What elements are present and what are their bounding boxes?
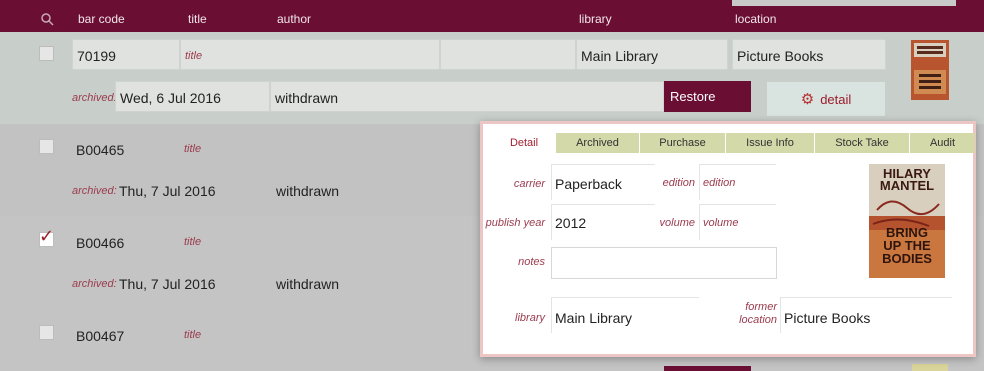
book-cover-thumbnail[interactable] [911, 40, 949, 100]
cover-author-line2: MANTEL [879, 178, 935, 193]
library-field[interactable]: Main Library [551, 297, 699, 333]
title-placeholder: title [184, 143, 202, 155]
title-field[interactable]: title [180, 39, 440, 70]
carrier-field[interactable]: Paperback [551, 164, 655, 200]
former-location-label: former location [719, 301, 777, 327]
column-header-title[interactable]: title [188, 12, 207, 26]
barcode-value: B00466 [76, 235, 125, 251]
row-checkbox[interactable] [39, 325, 54, 340]
header-stripe [732, 0, 956, 6]
archived-date-value: Thu, 7 Jul 2016 [119, 276, 216, 292]
row-checkbox[interactable] [39, 46, 54, 61]
carrier-label: carrier [513, 178, 545, 190]
column-header-location[interactable]: location [735, 12, 776, 26]
column-header-barcode[interactable]: bar code [78, 12, 125, 26]
tab-label: Detail [509, 137, 539, 149]
tab-label: Stock Take [835, 137, 889, 149]
volume-label: volume [659, 217, 695, 229]
restore-button[interactable]: Restore [664, 81, 751, 112]
notes-field[interactable] [551, 247, 777, 279]
edition-placeholder: edition [703, 177, 736, 189]
tab-stock-take[interactable]: Stock Take [815, 133, 910, 153]
barcode-value: B00467 [76, 328, 125, 344]
restore-label: Restore [670, 89, 716, 104]
title-placeholder: title [184, 329, 202, 341]
gear-icon: ⚙ [800, 91, 815, 108]
barcode-value: B00465 [76, 142, 125, 158]
author-field[interactable] [440, 39, 576, 70]
checkmark-icon: ✓ [39, 226, 55, 246]
status-value: withdrawn [275, 90, 339, 106]
former-location-label-line1: former [745, 301, 777, 313]
table-header: bar code title author library location [0, 0, 984, 32]
publish-year-value: 2012 [555, 215, 587, 231]
detail-label: detail [820, 91, 852, 107]
tab-audit[interactable]: Audit [910, 133, 975, 153]
table-row[interactable]: 70199 title Main Library Picture Books a… [0, 32, 984, 124]
status-field[interactable]: withdrawn [270, 81, 664, 112]
status-value: withdrawn [276, 183, 340, 199]
edition-field[interactable]: edition [699, 164, 776, 200]
row-checkbox[interactable]: ✓ [39, 227, 54, 247]
book-cover-image: HILARY MANTEL BRING UP THE BODIES [869, 164, 945, 278]
library-label: library [515, 312, 545, 324]
volume-field[interactable]: volume [699, 204, 776, 240]
archived-date-field[interactable]: Wed, 6 Jul 2016 [115, 81, 270, 112]
publish-year-field[interactable]: 2012 [551, 204, 655, 240]
detail-popup: Detail Archived Purchase Issue Info Stoc… [480, 121, 976, 357]
status-value: withdrawn [276, 276, 340, 292]
tab-label: Audit [929, 137, 956, 149]
library-field[interactable]: Main Library [576, 39, 728, 70]
archived-label: archived: [72, 278, 117, 290]
title-placeholder: title [184, 236, 202, 248]
archived-label: archived: [72, 185, 117, 197]
publish-year-label: publish year [485, 217, 545, 229]
title-placeholder: title [185, 50, 203, 62]
book-cover-image [911, 40, 949, 100]
location-value: Picture Books [737, 48, 824, 64]
volume-placeholder: volume [703, 217, 739, 229]
location-field[interactable]: Picture Books [732, 39, 886, 70]
notes-label: notes [518, 256, 545, 268]
cover-title-line3: BODIES [882, 251, 932, 266]
search-icon[interactable] [40, 12, 54, 26]
column-header-author[interactable]: author [277, 12, 311, 26]
carrier-value: Paperback [555, 176, 622, 192]
library-value: Main Library [581, 48, 659, 64]
tab-detail[interactable]: Detail [493, 133, 556, 153]
library-value: Main Library [555, 310, 633, 326]
edition-label: edition [662, 177, 695, 189]
archived-date-value: Wed, 6 Jul 2016 [120, 90, 221, 106]
tab-purchase[interactable]: Purchase [640, 133, 726, 153]
archived-label: archived: [72, 92, 117, 104]
tab-archived[interactable]: Archived [556, 133, 640, 153]
archived-date-value: Thu, 7 Jul 2016 [119, 183, 216, 199]
tab-label: Issue Info [746, 137, 794, 149]
former-location-field[interactable]: Picture Books [780, 297, 952, 333]
column-header-library[interactable]: library [579, 12, 612, 26]
tab-label: Archived [576, 137, 619, 149]
book-cover-thumbnail[interactable] [912, 364, 948, 371]
barcode-value: 70199 [77, 48, 116, 64]
restore-button[interactable] [664, 366, 751, 371]
detail-button[interactable]: ⚙ detail [767, 82, 885, 116]
former-location-value: Picture Books [784, 310, 871, 326]
former-location-label-line2: location [739, 314, 777, 326]
tab-label: Purchase [659, 137, 706, 149]
row-checkbox[interactable] [39, 139, 54, 154]
tab-issue-info[interactable]: Issue Info [726, 133, 815, 153]
barcode-field[interactable]: 70199 [72, 39, 180, 70]
